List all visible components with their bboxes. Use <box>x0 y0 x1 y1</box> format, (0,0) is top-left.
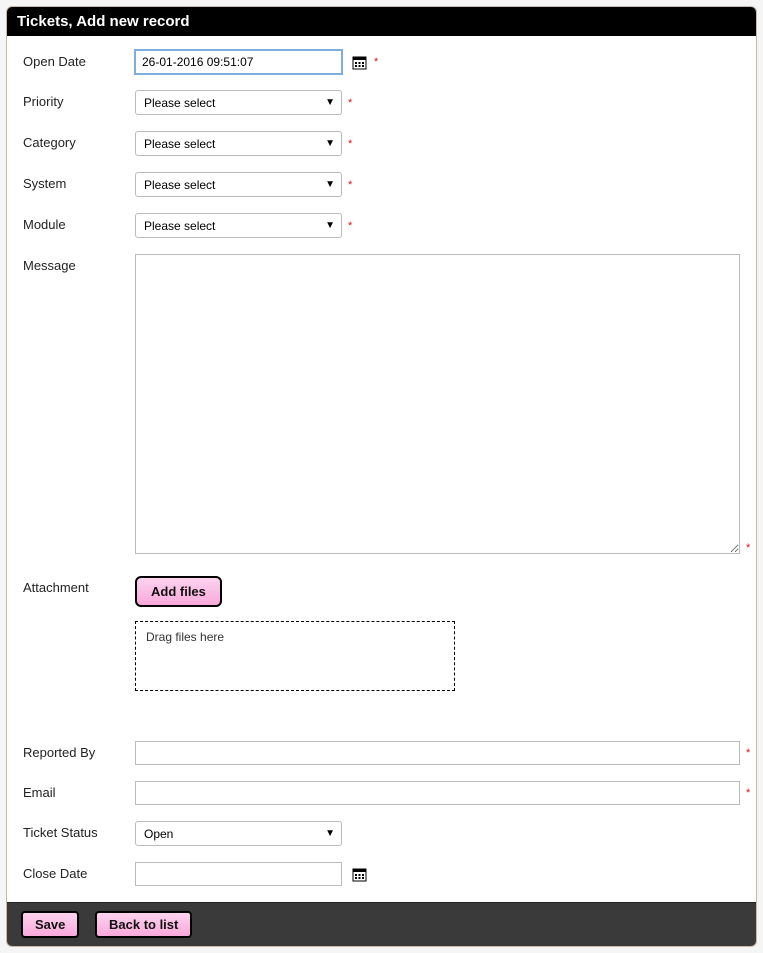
reported-by-label: Reported By <box>23 741 135 760</box>
category-select-value: Please select <box>144 137 215 151</box>
required-marker: * <box>374 56 378 68</box>
message-label: Message <box>23 254 135 273</box>
chevron-down-icon: ▼ <box>325 179 335 190</box>
form-footer: Save Back to list <box>7 902 756 946</box>
calendar-icon[interactable] <box>350 53 368 71</box>
required-marker: * <box>348 138 352 150</box>
form-body: Open Date * Priority Please select ▼ * <box>7 36 756 902</box>
attachment-label: Attachment <box>23 576 135 595</box>
required-marker: * <box>746 747 750 759</box>
required-marker: * <box>348 179 352 191</box>
priority-select[interactable]: Please select ▼ <box>135 90 342 115</box>
module-select[interactable]: Please select ▼ <box>135 213 342 238</box>
chevron-down-icon: ▼ <box>325 828 335 839</box>
module-label: Module <box>23 213 135 232</box>
category-select[interactable]: Please select ▼ <box>135 131 342 156</box>
email-label: Email <box>23 781 135 800</box>
required-marker: * <box>746 542 750 554</box>
chevron-down-icon: ▼ <box>325 220 335 231</box>
chevron-down-icon: ▼ <box>325 138 335 149</box>
required-marker: * <box>348 97 352 109</box>
tickets-add-panel: Tickets, Add new record Open Date * Prio… <box>6 6 757 947</box>
open-date-label: Open Date <box>23 50 135 69</box>
close-date-input[interactable] <box>135 862 342 886</box>
calendar-icon[interactable] <box>350 865 368 883</box>
message-textarea[interactable] <box>135 254 740 554</box>
system-select[interactable]: Please select ▼ <box>135 172 342 197</box>
chevron-down-icon: ▼ <box>325 97 335 108</box>
category-label: Category <box>23 131 135 150</box>
required-marker: * <box>348 220 352 232</box>
reported-by-input[interactable] <box>135 741 740 765</box>
priority-label: Priority <box>23 90 135 109</box>
back-to-list-button[interactable]: Back to list <box>95 911 192 938</box>
add-files-button[interactable]: Add files <box>135 576 222 607</box>
priority-select-value: Please select <box>144 96 215 110</box>
close-date-label: Close Date <box>23 862 135 881</box>
email-input[interactable] <box>135 781 740 805</box>
ticket-status-select[interactable]: Open ▼ <box>135 821 342 846</box>
system-select-value: Please select <box>144 178 215 192</box>
module-select-value: Please select <box>144 219 215 233</box>
open-date-input[interactable] <box>135 50 342 74</box>
ticket-status-label: Ticket Status <box>23 821 135 840</box>
file-dropzone[interactable]: Drag files here <box>135 621 455 691</box>
panel-title: Tickets, Add new record <box>7 7 756 36</box>
required-marker: * <box>746 787 750 799</box>
dropzone-text: Drag files here <box>146 630 224 644</box>
system-label: System <box>23 172 135 191</box>
ticket-status-select-value: Open <box>144 827 173 841</box>
save-button[interactable]: Save <box>21 911 79 938</box>
